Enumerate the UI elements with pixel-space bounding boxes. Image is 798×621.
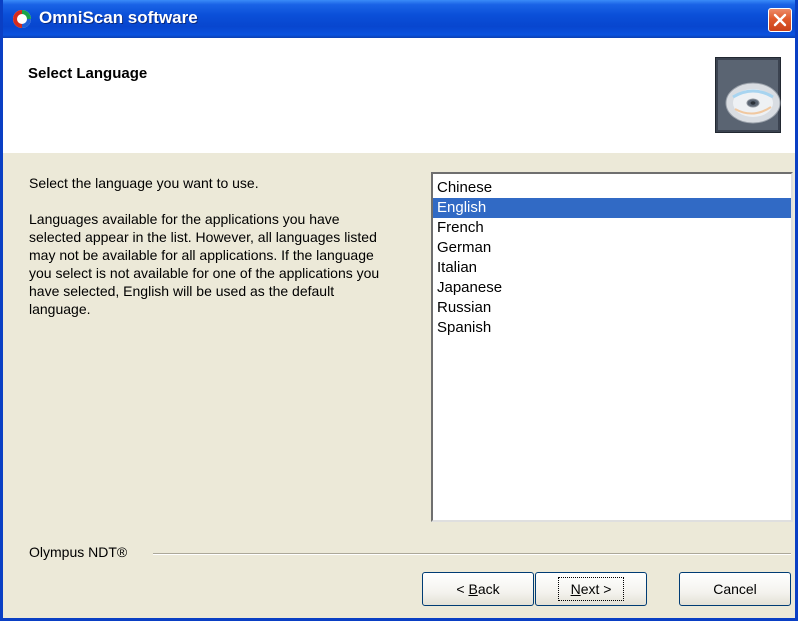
instructions: Select the language you want to use. Lan… [29, 174, 389, 336]
header-divider [3, 152, 795, 153]
wizard-header: Select Language [3, 38, 795, 153]
brand-label: Olympus NDT® [29, 544, 128, 560]
language-option-english[interactable]: English [433, 198, 791, 218]
instructions-line-1: Select the language you want to use. [29, 175, 259, 191]
language-option-spanish[interactable]: Spanish [433, 318, 791, 338]
omniscan-app-icon [13, 10, 31, 28]
back-label-rest: ack [477, 581, 500, 597]
page-title: Select Language [28, 65, 148, 82]
close-button[interactable] [768, 8, 792, 32]
language-listbox[interactable]: Chinese English French German Italian Japanes… [431, 172, 793, 522]
cancel-button[interactable]: Cancel [679, 572, 791, 606]
next-accelerator: N [570, 581, 581, 597]
language-option-russian[interactable]: Russian [433, 298, 791, 318]
close-icon [773, 13, 787, 27]
footer-divider [153, 553, 791, 555]
instructions-line-2: Languages available for the applications… [29, 211, 380, 317]
language-option-chinese[interactable]: Chinese [433, 178, 791, 198]
language-option-japanese[interactable]: Japanese [433, 278, 791, 298]
title-bar[interactable]: OmniScan software [3, 0, 795, 38]
language-option-italian[interactable]: Italian [433, 258, 791, 278]
window-title: OmniScan software [39, 8, 198, 27]
language-option-german[interactable]: German [433, 238, 791, 258]
next-button[interactable]: Next > [535, 572, 647, 606]
cd-disc-icon [715, 57, 781, 133]
back-prefix: < [456, 581, 469, 597]
installer-window: OmniScan software Select Language Select… [0, 0, 798, 621]
next-focus-ring: Next > [557, 577, 625, 601]
next-label-rest: ext > [580, 581, 612, 597]
back-accelerator: B [468, 581, 478, 597]
language-option-french[interactable]: French [433, 218, 791, 238]
back-button[interactable]: < Back [422, 572, 534, 606]
